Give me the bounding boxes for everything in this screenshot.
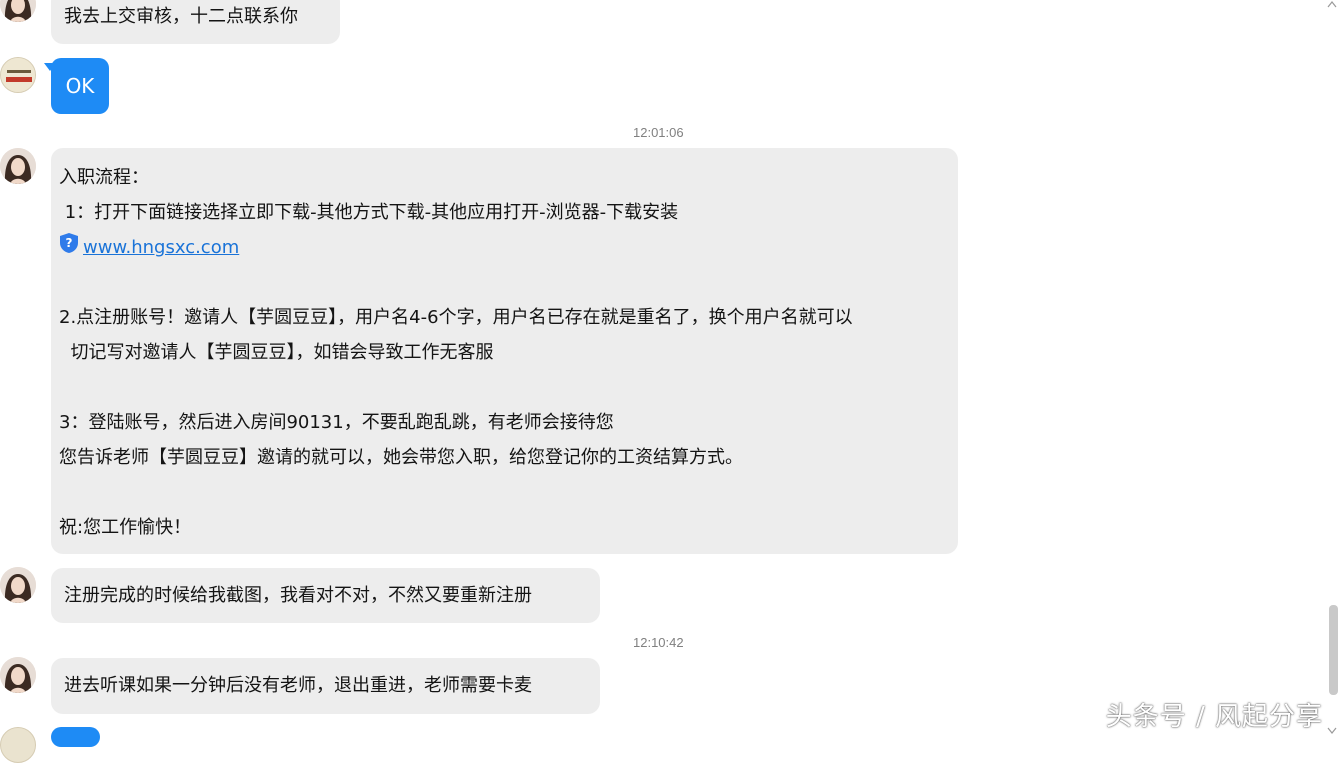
logo-avatar-icon [1, 58, 35, 92]
girl-portrait-icon [0, 657, 36, 693]
message-line: 3：登陆账号，然后进入房间90131，不要乱跑乱跳，有老师会接待您 [59, 412, 614, 433]
download-link[interactable]: www.hngsxc.com [83, 237, 239, 258]
link-line: ? www.hngsxc.com [59, 230, 950, 265]
sent-message-bubble[interactable] [51, 727, 100, 747]
girl-portrait-icon [0, 0, 36, 22]
scrollbar[interactable] [1323, 0, 1341, 737]
svg-text:?: ? [66, 236, 73, 250]
contact-avatar[interactable] [0, 0, 36, 22]
timestamp: 12:01:06 [633, 125, 684, 140]
shield-question-icon: ? [59, 231, 79, 266]
user-avatar[interactable] [0, 727, 36, 763]
watermark: 头条号 / 风起分享 [1105, 702, 1323, 732]
sent-message-bubble[interactable]: OK [51, 58, 109, 114]
message-line: 切记写对邀请人【芋圆豆豆】，如错会导致工作无客服 [59, 342, 494, 363]
contact-avatar[interactable] [0, 567, 36, 603]
message-text: 进去听课如果一分钟后没有老师，退出重进，老师需要卡麦 [64, 675, 532, 696]
message-text: 我去上交审核，十二点联系你 [64, 6, 298, 27]
message-line: 祝:您工作愉快！ [59, 517, 192, 538]
message-bubble[interactable]: 我去上交审核，十二点联系你 [51, 0, 340, 44]
girl-portrait-icon [0, 567, 36, 603]
contact-avatar[interactable] [0, 657, 36, 693]
message-line: 您告诉老师【芋圆豆豆】邀请的就可以，她会带您入职，给您登记你的工资结算方式。 [59, 447, 743, 468]
timestamp: 12:10:42 [633, 635, 684, 650]
message-text: 注册完成的时候给我截图，我看对不对，不然又要重新注册 [64, 585, 532, 606]
message-line: 2.点注册账号！邀请人【芋圆豆豆】，用户名4-6个字，用户名已存在就是重名了，换… [59, 307, 853, 328]
girl-portrait-icon [0, 148, 36, 184]
message-bubble[interactable]: 注册完成的时候给我截图，我看对不对，不然又要重新注册 [51, 568, 600, 623]
message-bubble[interactable]: 进去听课如果一分钟后没有老师，退出重进，老师需要卡麦 [51, 658, 600, 714]
scroll-down-arrow-icon[interactable] [1327, 727, 1337, 738]
message-line: 入职流程： [59, 167, 149, 188]
scroll-up-arrow-icon[interactable] [1327, 0, 1337, 11]
message-line: 1：打开下面链接选择立即下载-其他方式下载-其他应用打开-浏览器-下载安装 [59, 202, 679, 223]
scroll-thumb[interactable] [1329, 605, 1338, 695]
onboarding-message-bubble[interactable]: 入职流程： 1：打开下面链接选择立即下载-其他方式下载-其他应用打开-浏览器-下… [51, 148, 958, 554]
message-text: OK [65, 74, 95, 98]
contact-avatar[interactable] [0, 148, 36, 184]
user-avatar[interactable] [0, 57, 36, 93]
